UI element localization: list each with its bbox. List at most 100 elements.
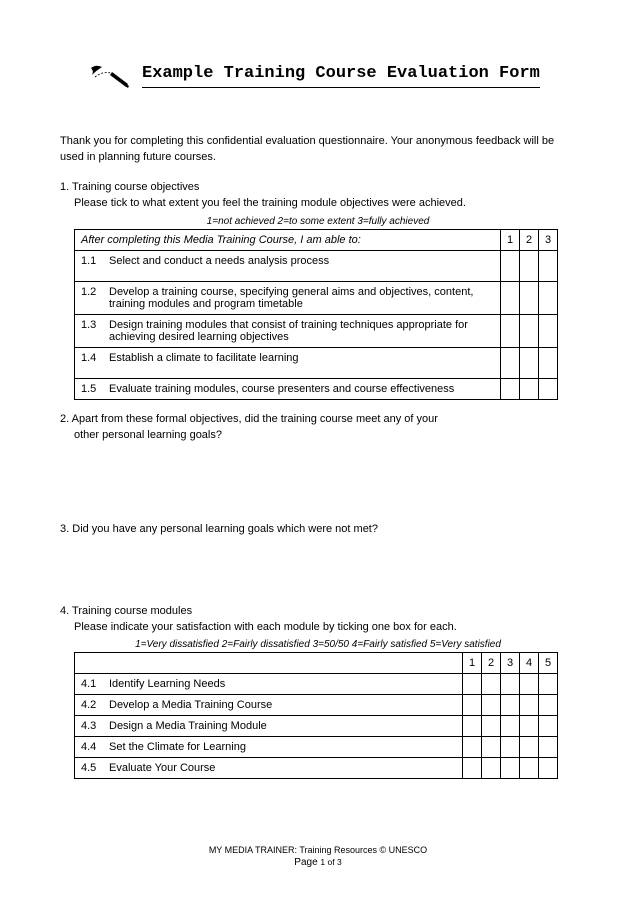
tick-cell[interactable] xyxy=(501,674,520,695)
table-row: 4.3 Design a Media Training Module xyxy=(75,716,558,737)
col-5: 5 xyxy=(539,653,558,674)
q2-label: 2. Apart from these formal objectives, d… xyxy=(60,412,576,444)
q1-table: After completing this Media Training Cou… xyxy=(74,229,558,400)
q4-legend: 1=Very dissatisfied 2=Fairly dissatisfie… xyxy=(60,639,576,650)
page-number: Page 1 of 3 xyxy=(0,857,636,868)
tick-cell[interactable] xyxy=(463,758,482,779)
q1-label: 1. Training course objectives Please tic… xyxy=(60,180,576,212)
tick-cell[interactable] xyxy=(539,347,558,378)
table-row: 4.4 Set the Climate for Learning xyxy=(75,737,558,758)
tick-cell[interactable] xyxy=(520,674,539,695)
page-label: Page xyxy=(294,857,317,868)
row-idx: 1.1 xyxy=(75,250,102,281)
q4-table: 1 2 3 4 5 4.1 Identify Learning Needs 4.… xyxy=(74,652,558,779)
tick-cell[interactable] xyxy=(539,716,558,737)
tick-cell[interactable] xyxy=(501,737,520,758)
table-row: 1.5 Evaluate training modules, course pr… xyxy=(75,378,558,399)
tick-cell[interactable] xyxy=(520,347,539,378)
q4-label: 4. Training course modules Please indica… xyxy=(60,604,576,636)
q1-sub: Please tick to what extent you feel the … xyxy=(74,196,576,212)
tick-cell[interactable] xyxy=(482,716,501,737)
tick-cell[interactable] xyxy=(539,758,558,779)
row-idx: 4.2 xyxy=(75,695,102,716)
q1-title: Training course objectives xyxy=(72,181,199,193)
tick-cell[interactable] xyxy=(482,737,501,758)
tick-cell[interactable] xyxy=(501,314,520,347)
col-2: 2 xyxy=(482,653,501,674)
tick-cell[interactable] xyxy=(482,695,501,716)
col-3: 3 xyxy=(501,653,520,674)
footer: MY MEDIA TRAINER: Training Resources © U… xyxy=(0,845,636,868)
tick-cell[interactable] xyxy=(539,314,558,347)
tick-cell[interactable] xyxy=(539,378,558,399)
q2-text: Apart from these formal objectives, did … xyxy=(60,413,576,444)
q1-header: After completing this Media Training Cou… xyxy=(75,229,501,250)
col-4: 4 xyxy=(520,653,539,674)
tick-cell[interactable] xyxy=(482,758,501,779)
row-idx: 4.5 xyxy=(75,758,102,779)
col-2: 2 xyxy=(520,229,539,250)
footer-line: MY MEDIA TRAINER: Training Resources © U… xyxy=(0,845,636,855)
row-idx: 1.5 xyxy=(75,378,102,399)
row-text: Evaluate training modules, course presen… xyxy=(101,378,501,399)
col-3: 3 xyxy=(539,229,558,250)
row-idx: 1.2 xyxy=(75,281,102,314)
tick-cell[interactable] xyxy=(539,281,558,314)
q2-answer-space[interactable] xyxy=(60,448,576,522)
row-text: Develop a Media Training Course xyxy=(101,695,463,716)
table-row: 4.5 Evaluate Your Course xyxy=(75,758,558,779)
tick-cell[interactable] xyxy=(539,674,558,695)
table-header-row: After completing this Media Training Cou… xyxy=(75,229,558,250)
row-text: Evaluate Your Course xyxy=(101,758,463,779)
q1-num: 1. xyxy=(60,181,69,193)
q3-num: 3. xyxy=(60,523,69,535)
table-row: 4.2 Develop a Media Training Course xyxy=(75,695,558,716)
tick-cell[interactable] xyxy=(501,347,520,378)
header: Example Training Course Evaluation Form xyxy=(88,62,576,90)
tick-cell[interactable] xyxy=(463,737,482,758)
q4-num: 4. xyxy=(60,605,69,617)
tick-cell[interactable] xyxy=(520,737,539,758)
table-row: 1.4 Establish a climate to facilitate le… xyxy=(75,347,558,378)
table-row: 4.1 Identify Learning Needs xyxy=(75,674,558,695)
q4-header-blank xyxy=(75,653,463,674)
tick-cell[interactable] xyxy=(520,716,539,737)
table-header-row: 1 2 3 4 5 xyxy=(75,653,558,674)
tick-cell[interactable] xyxy=(539,250,558,281)
tick-cell[interactable] xyxy=(463,674,482,695)
q3-answer-space[interactable] xyxy=(60,542,576,604)
tick-cell[interactable] xyxy=(463,716,482,737)
tick-cell[interactable] xyxy=(539,737,558,758)
page-value: 1 of 3 xyxy=(320,857,341,867)
q3-label: 3. Did you have any personal learning go… xyxy=(60,522,576,538)
q2-num: 2. xyxy=(60,413,69,425)
table-row: 1.3 Design training modules that consist… xyxy=(75,314,558,347)
tick-cell[interactable] xyxy=(520,250,539,281)
tick-cell[interactable] xyxy=(520,758,539,779)
table-row: 1.1 Select and conduct a needs analysis … xyxy=(75,250,558,281)
tick-cell[interactable] xyxy=(501,695,520,716)
row-idx: 4.3 xyxy=(75,716,102,737)
tick-cell[interactable] xyxy=(501,758,520,779)
tick-cell[interactable] xyxy=(501,716,520,737)
q4-sub: Please indicate your satisfaction with e… xyxy=(74,620,576,636)
tick-cell[interactable] xyxy=(482,674,501,695)
tick-cell[interactable] xyxy=(501,281,520,314)
tick-cell[interactable] xyxy=(520,314,539,347)
tick-cell[interactable] xyxy=(501,378,520,399)
row-text: Establish a climate to facilitate learni… xyxy=(101,347,501,378)
tick-cell[interactable] xyxy=(463,695,482,716)
row-text: Identify Learning Needs xyxy=(101,674,463,695)
tick-cell[interactable] xyxy=(520,281,539,314)
q1-legend: 1=not achieved 2=to some extent 3=fully … xyxy=(60,216,576,227)
pen-icon xyxy=(88,62,130,90)
row-idx: 4.1 xyxy=(75,674,102,695)
row-text: Set the Climate for Learning xyxy=(101,737,463,758)
intro-text: Thank you for completing this confidenti… xyxy=(60,134,576,166)
tick-cell[interactable] xyxy=(520,378,539,399)
page-title: Example Training Course Evaluation Form xyxy=(142,64,540,87)
tick-cell[interactable] xyxy=(520,695,539,716)
tick-cell[interactable] xyxy=(539,695,558,716)
tick-cell[interactable] xyxy=(501,250,520,281)
col-1: 1 xyxy=(501,229,520,250)
